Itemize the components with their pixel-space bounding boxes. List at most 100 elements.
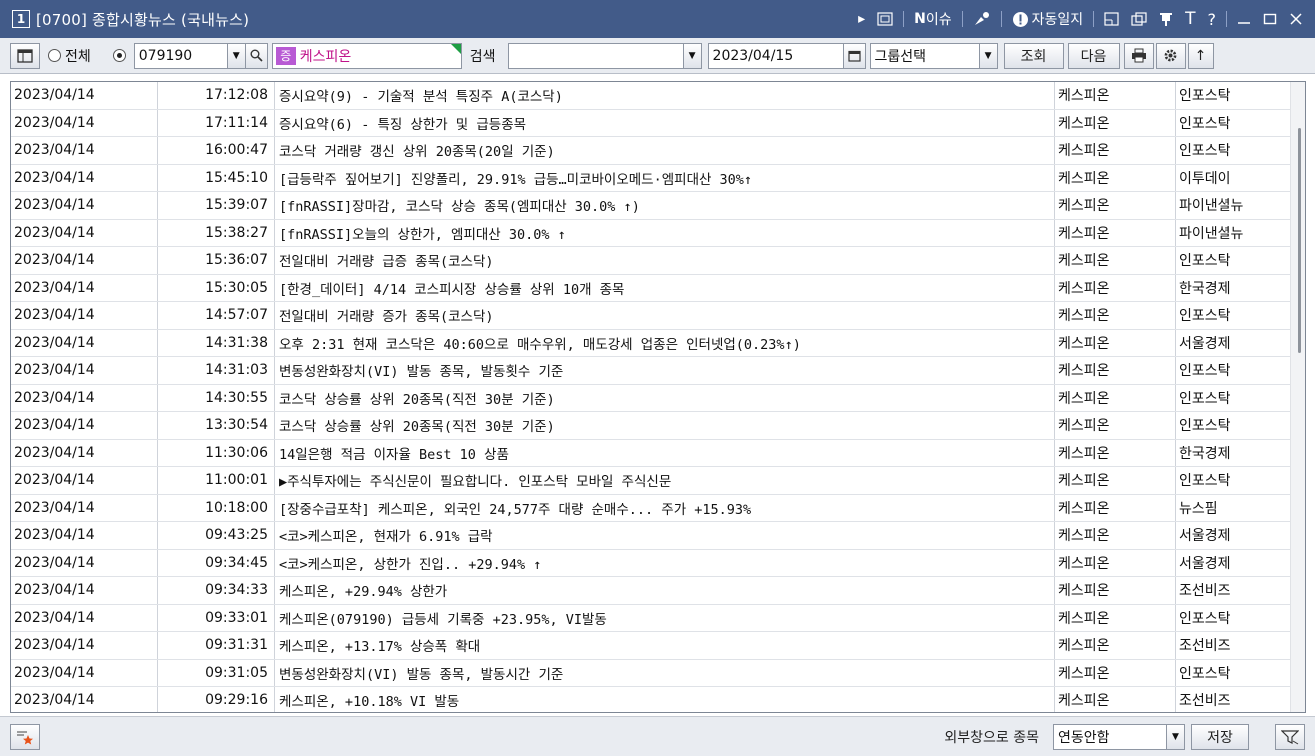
help-button[interactable]: ? (1202, 0, 1223, 38)
table-row[interactable]: 2023/04/14 14:31:03 변동성완화장치(VI) 발동 종목, 발동횟… (11, 357, 1291, 385)
calendar-button[interactable] (843, 42, 866, 69)
news-title[interactable]: [한경_데이터] 4/14 코스피시장 상승률 상위 10개 종목 (275, 274, 1055, 301)
link-select[interactable]: 연동안함 (1053, 723, 1167, 750)
table-row[interactable]: 2023/04/14 17:11:14 증시요약(6) - 특징 상한가 및 급등종… (11, 109, 1291, 137)
news-source: 한국경제 (1179, 445, 1231, 462)
news-title[interactable]: [fnRASSI]장마감, 코스닥 상승 종목(엠피대산 30.0% ↑) (275, 192, 1055, 219)
news-title[interactable]: 오후 2:31 현재 코스닥은 40:60으로 매수우위, 매도강세 업종은 인… (275, 329, 1055, 356)
table-row[interactable]: 2023/04/14 09:34:45 <코>케스피온, 상한가 진입.. +29.… (11, 549, 1291, 577)
news-stock: 케스피온 (1055, 219, 1176, 246)
auto-journal-button[interactable]: 자동일지 (1006, 0, 1090, 38)
font-size-button[interactable]: T (1179, 0, 1201, 38)
keyword-search-input[interactable] (507, 42, 684, 69)
news-stock: 케스피온 (1055, 577, 1176, 604)
link-select-dropdown[interactable]: ▼ (1167, 723, 1185, 750)
settings-button[interactable] (1155, 42, 1186, 69)
favorites-button[interactable] (10, 723, 40, 750)
table-row[interactable]: 2023/04/14 09:33:01 케스피온(079190) 급등세 기록중 +… (11, 604, 1291, 632)
table-row[interactable]: 2023/04/14 09:31:31 케스피온, +13.17% 상승폭 확대 케스… (11, 632, 1291, 660)
news-title[interactable]: 케스피온(079190) 급등세 기록중 +23.95%, VI발동 (275, 604, 1055, 631)
news-title[interactable]: 코스닥 거래량 갱신 상위 20종목(20일 기준) (275, 137, 1055, 164)
table-row[interactable]: 2023/04/14 15:45:10 [급등락주 짚어보기] 진양폴리, 29.9… (11, 164, 1291, 192)
news-time: 09:34:33 (158, 577, 275, 604)
search-icon (250, 49, 263, 62)
stock-code-input[interactable]: 079190 (133, 42, 228, 69)
news-title[interactable]: 코스닥 상승률 상위 20종목(직전 30분 기준) (275, 384, 1055, 411)
news-title[interactable]: 전일대비 거래량 급증 종목(코스닥) (275, 247, 1055, 274)
play-icon[interactable]: ▸ (852, 0, 871, 38)
memo-icon[interactable] (871, 0, 899, 38)
close-icon[interactable] (1283, 0, 1309, 38)
news-stock: 케스피온 (1055, 439, 1176, 466)
table-row[interactable]: 2023/04/14 13:30:54 코스닥 상승률 상위 20종목(직전 30분… (11, 412, 1291, 440)
pin-icon[interactable] (1153, 0, 1179, 38)
news-title[interactable]: 증시요약(6) - 특징 상한가 및 급등종목 (275, 109, 1055, 136)
window-number-badge[interactable]: 1 (12, 10, 30, 28)
keyword-dropdown[interactable]: ▼ (683, 42, 702, 69)
news-title[interactable]: 케스피온, +13.17% 상승폭 확대 (275, 632, 1055, 659)
group-select[interactable]: 그룹선택 (869, 42, 980, 69)
issue-button[interactable]: N 이슈 (908, 0, 957, 38)
radio-all-circle[interactable] (48, 49, 61, 62)
news-title[interactable]: 코스닥 상승률 상위 20종목(직전 30분 기준) (275, 412, 1055, 439)
news-title[interactable]: [장중수급포착] 케스피온, 외국인 24,577주 대량 순매수... 주가 … (275, 494, 1055, 521)
radio-stock[interactable] (112, 49, 126, 62)
news-stock: 케스피온 (1055, 467, 1176, 494)
news-source: 한국경제 (1179, 280, 1231, 297)
table-row[interactable]: 2023/04/14 09:29:16 케스피온, +10.18% VI 발동 케스피… (11, 687, 1291, 712)
news-title[interactable]: <코>케스피온, 상한가 진입.. +29.94% ↑ (275, 549, 1055, 576)
next-button[interactable]: 다음 (1067, 42, 1120, 69)
news-title[interactable]: <코>케스피온, 현재가 6.91% 급락 (275, 522, 1055, 549)
maximize-icon[interactable] (1257, 0, 1283, 38)
vertical-scrollbar[interactable] (1290, 82, 1305, 712)
table-row[interactable]: 2023/04/14 17:12:08 증시요약(9) - 기술적 분석 특징주 A… (11, 82, 1291, 110)
news-title[interactable]: [급등락주 짚어보기] 진양폴리, 29.91% 급등…미코바이오메드·엠피대산… (275, 164, 1055, 191)
news-title[interactable]: 변동성완화장치(VI) 발동 종목, 발동시간 기준 (275, 659, 1055, 686)
filter-button[interactable] (1275, 723, 1305, 750)
restore-window-icon[interactable] (1098, 0, 1125, 38)
table-row[interactable]: 2023/04/14 11:30:06 14일은행 적금 이자율 Best 10 상… (11, 439, 1291, 467)
group-select-dropdown[interactable]: ▼ (979, 42, 998, 69)
table-row[interactable]: 2023/04/14 15:36:07 전일대비 거래량 급증 종목(코스닥) 케스피… (11, 247, 1291, 275)
news-date: 2023/04/14 (11, 192, 158, 219)
save-button[interactable]: 저장 (1191, 723, 1249, 750)
table-row[interactable]: 2023/04/14 15:38:27 [fnRASSI]오늘의 상한가, 엠피대산… (11, 219, 1291, 247)
alert-circle-icon (1012, 11, 1028, 27)
table-row[interactable]: 2023/04/14 11:00:01 ▶주식투자에는 주식신문이 필요합니다. 인… (11, 467, 1291, 495)
news-title[interactable]: 증시요약(9) - 기술적 분석 특징주 A(코스닥) (275, 82, 1055, 109)
radio-all[interactable]: 전체 (48, 46, 91, 66)
date-input[interactable]: 2023/04/15 (707, 42, 844, 69)
news-title[interactable]: 케스피온, +29.94% 상한가 (275, 577, 1055, 604)
news-title[interactable]: 전일대비 거래량 증가 종목(코스닥) (275, 302, 1055, 329)
filter-icon (1281, 729, 1299, 744)
news-title[interactable]: 케스피온, +10.18% VI 발동 (275, 687, 1055, 712)
news-title[interactable]: 14일은행 적금 이자율 Best 10 상품 (275, 439, 1055, 466)
news-title[interactable]: ▶주식투자에는 주식신문이 필요합니다. 인포스탁 모바일 주식신문 (275, 467, 1055, 494)
table-row[interactable]: 2023/04/14 09:34:33 케스피온, +29.94% 상한가 케스피온 조… (11, 577, 1291, 605)
table-row[interactable]: 2023/04/14 15:30:05 [한경_데이터] 4/14 코스피시장 상승… (11, 274, 1291, 302)
table-row[interactable]: 2023/04/14 09:43:25 <코>케스피온, 현재가 6.91% 급락 케… (11, 522, 1291, 550)
radio-stock-circle[interactable] (112, 49, 126, 62)
stock-name-display[interactable]: 증 케스피온 (271, 42, 462, 69)
news-title[interactable]: [fnRASSI]오늘의 상한가, 엠피대산 30.0% ↑ (275, 219, 1055, 246)
tool-icon[interactable] (967, 0, 997, 38)
stock-code-dropdown[interactable]: ▼ (227, 42, 246, 69)
table-row[interactable]: 2023/04/14 14:57:07 전일대비 거래량 증가 종목(코스닥) 케스피… (11, 302, 1291, 330)
print-button[interactable] (1123, 42, 1154, 69)
scroll-top-button[interactable]: ↑ (1187, 42, 1214, 69)
news-title[interactable]: 변동성완화장치(VI) 발동 종목, 발동횟수 기준 (275, 357, 1055, 384)
table-row[interactable]: 2023/04/14 14:31:38 오후 2:31 현재 코스닥은 40:60으… (11, 329, 1291, 357)
minimize-icon[interactable] (1231, 0, 1257, 38)
query-button[interactable]: 조회 (1003, 42, 1064, 69)
scrollbar-thumb[interactable] (1298, 128, 1301, 353)
table-row[interactable]: 2023/04/14 10:18:00 [장중수급포착] 케스피온, 외국인 24,… (11, 494, 1291, 522)
table-row[interactable]: 2023/04/14 16:00:47 코스닥 거래량 갱신 상위 20종목(20일… (11, 137, 1291, 165)
layout-icon (17, 48, 33, 63)
cascade-window-icon[interactable] (1125, 0, 1153, 38)
stock-search-button[interactable] (245, 42, 268, 69)
layout-toggle-button[interactable] (10, 42, 40, 69)
table-row[interactable]: 2023/04/14 09:31:05 변동성완화장치(VI) 발동 종목, 발동시… (11, 659, 1291, 687)
table-row[interactable]: 2023/04/14 14:30:55 코스닥 상승률 상위 20종목(직전 30분… (11, 384, 1291, 412)
table-row[interactable]: 2023/04/14 15:39:07 [fnRASSI]장마감, 코스닥 상승 종… (11, 192, 1291, 220)
news-source: 인포스탁 (1179, 473, 1231, 490)
